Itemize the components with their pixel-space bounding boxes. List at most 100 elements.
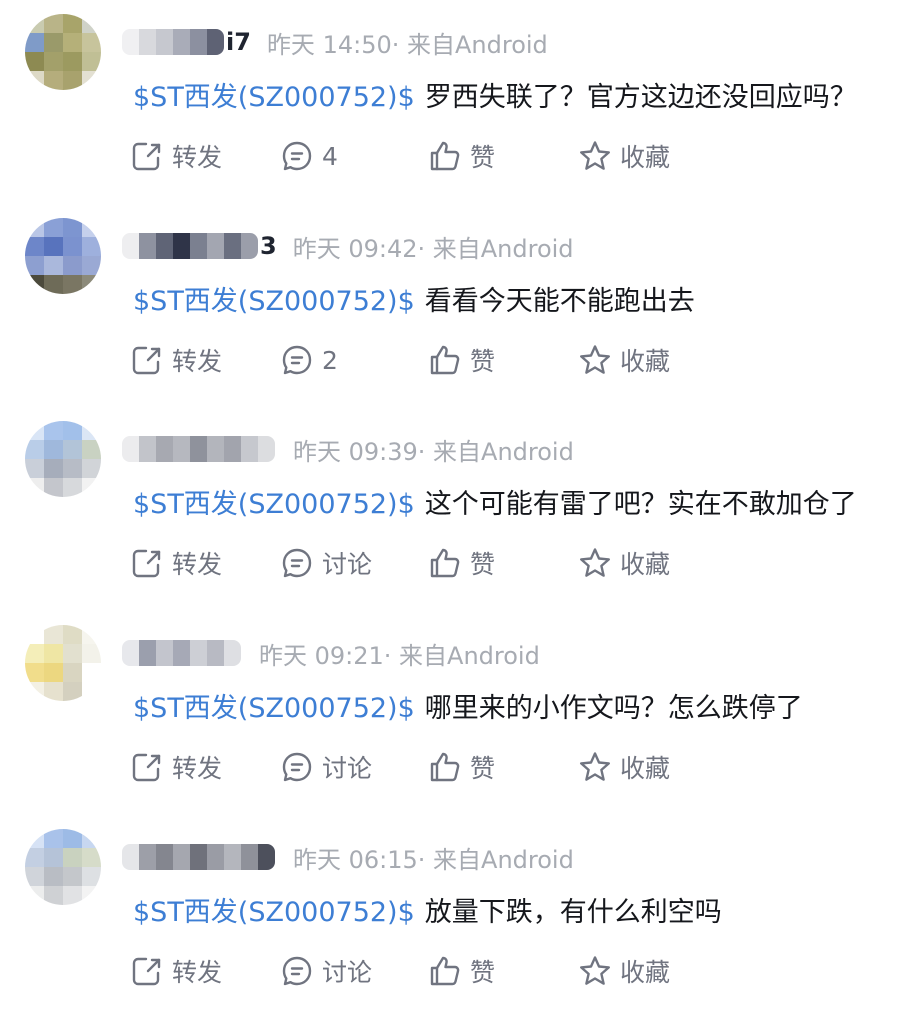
post-text: 罗西失联了？官方这边还没回应吗？ [424,82,857,113]
username-mask[interactable] [122,29,224,55]
favorite-button[interactable]: 收藏 [578,950,670,992]
action-bar: 转发 4 赞 收藏 [130,135,830,177]
share-button[interactable]: 转发 [130,746,222,788]
comment-button[interactable]: 讨论 [280,746,372,788]
avatar[interactable] [25,829,101,905]
star-icon [580,345,610,374]
post-item: 昨天 06:15· 来自Android $ST西发(SZ000752)$ 放量下跌… [0,815,903,1018]
comment-button[interactable]: 4 [280,135,338,177]
like-button[interactable]: 赞 [428,746,495,788]
action-bar: 转发 2 赞 收藏 [130,339,830,381]
post-text: 看看今天能不能跑出去 [424,286,695,317]
like-icon [430,956,460,986]
like-icon [430,141,460,171]
post-content: $ST西发(SZ000752)$ 这个可能有雷了吧？实在不敢加仓了 [133,482,857,521]
stock-link[interactable]: $ST西发(SZ000752)$ [133,693,415,724]
post-content: $ST西发(SZ000752)$ 罗西失联了？官方这边还没回应吗？ [133,75,857,114]
post-item: 昨天 09:21· 来自Android $ST西发(SZ000752)$ 哪里来的… [0,611,903,814]
star-icon [580,956,610,985]
stock-link[interactable]: $ST西发(SZ000752)$ [133,82,415,113]
stock-link[interactable]: $ST西发(SZ000752)$ [133,897,415,928]
comment-label: 讨论 [322,958,373,987]
post-time: 昨天 14:50· 来自Android [266,30,548,59]
star-icon [580,141,610,170]
stock-link[interactable]: $ST西发(SZ000752)$ [133,286,415,317]
post-item: 3 昨天 09:42· 来自Android $ST西发(SZ000752)$ 看看… [0,204,903,407]
favorite-button[interactable]: 收藏 [578,542,670,584]
post-item: i7 昨天 14:50· 来自Android $ST西发(SZ000752)$ 罗… [0,0,903,203]
comment-button[interactable]: 讨论 [280,542,372,584]
share-icon [132,142,161,171]
comment-icon [282,548,312,578]
favorite-button[interactable]: 收藏 [578,339,670,381]
post-time: 昨天 09:21· 来自Android [259,641,540,670]
star-icon [580,548,610,577]
star-icon [580,752,610,781]
comment-label: 讨论 [322,550,373,579]
like-label: 赞 [470,550,496,579]
like-button[interactable]: 赞 [428,950,495,992]
comment-label: 2 [322,345,338,375]
share-label: 转发 [172,754,223,783]
favorite-label: 收藏 [620,754,671,783]
comment-icon [282,345,312,375]
post-content: $ST西发(SZ000752)$ 放量下跌，有什么利空吗 [133,890,722,929]
post-text: 这个可能有雷了吧？实在不敢加仓了 [424,489,857,520]
like-icon [430,752,460,782]
username[interactable]: i7 [226,28,251,56]
action-bar: 转发 讨论 赞 收藏 [130,542,830,584]
share-icon [132,753,161,782]
favorite-label: 收藏 [620,347,671,376]
comment-button[interactable]: 2 [280,339,338,381]
post-item: 昨天 09:39· 来自Android $ST西发(SZ000752)$ 这个可能… [0,407,903,610]
post-time: 昨天 06:15· 来自Android [293,845,574,874]
favorite-label: 收藏 [620,143,671,172]
username-mask[interactable] [122,233,258,259]
favorite-button[interactable]: 收藏 [578,746,670,788]
post-time: 昨天 09:42· 来自Android [292,234,574,263]
comment-icon [282,752,312,782]
like-icon [430,345,460,375]
username[interactable]: 3 [260,232,277,260]
username-mask[interactable] [122,640,241,666]
username-mask[interactable] [122,436,275,462]
like-label: 赞 [470,347,496,376]
post-content: $ST西发(SZ000752)$ 哪里来的小作文吗？怎么跌停了 [133,686,803,725]
post-text: 哪里来的小作文吗？怎么跌停了 [424,693,803,724]
like-button[interactable]: 赞 [428,339,495,381]
share-icon [132,346,161,375]
like-label: 赞 [470,143,496,172]
like-icon [430,548,460,578]
avatar[interactable] [25,14,101,90]
share-label: 转发 [172,143,223,172]
comment-label: 4 [322,141,338,171]
like-label: 赞 [470,958,496,987]
avatar[interactable] [25,218,101,294]
post-meta: 昨天 09:21· 来自Android [122,633,540,673]
avatar[interactable] [25,625,101,701]
favorite-label: 收藏 [620,550,671,579]
share-icon [132,549,161,578]
share-label: 转发 [172,347,223,376]
comment-icon [282,141,312,171]
like-button[interactable]: 赞 [428,542,495,584]
comment-button[interactable]: 讨论 [280,950,372,992]
share-button[interactable]: 转发 [130,950,222,992]
post-meta: 昨天 09:39· 来自Android [122,429,574,469]
like-button[interactable]: 赞 [428,135,495,177]
avatar[interactable] [25,421,101,497]
action-bar: 转发 讨论 赞 收藏 [130,950,830,992]
post-time: 昨天 09:39· 来自Android [293,437,574,466]
favorite-label: 收藏 [620,958,671,987]
share-button[interactable]: 转发 [130,542,222,584]
favorite-button[interactable]: 收藏 [578,135,670,177]
share-button[interactable]: 转发 [130,339,222,381]
post-meta: 3 昨天 09:42· 来自Android [122,226,574,266]
share-button[interactable]: 转发 [130,135,222,177]
stock-link[interactable]: $ST西发(SZ000752)$ [133,489,415,520]
post-text: 放量下跌，有什么利空吗 [424,897,722,928]
username-mask[interactable] [122,844,275,870]
post-meta: 昨天 06:15· 来自Android [122,837,574,877]
share-label: 转发 [172,958,223,987]
action-bar: 转发 讨论 赞 收藏 [130,746,830,788]
